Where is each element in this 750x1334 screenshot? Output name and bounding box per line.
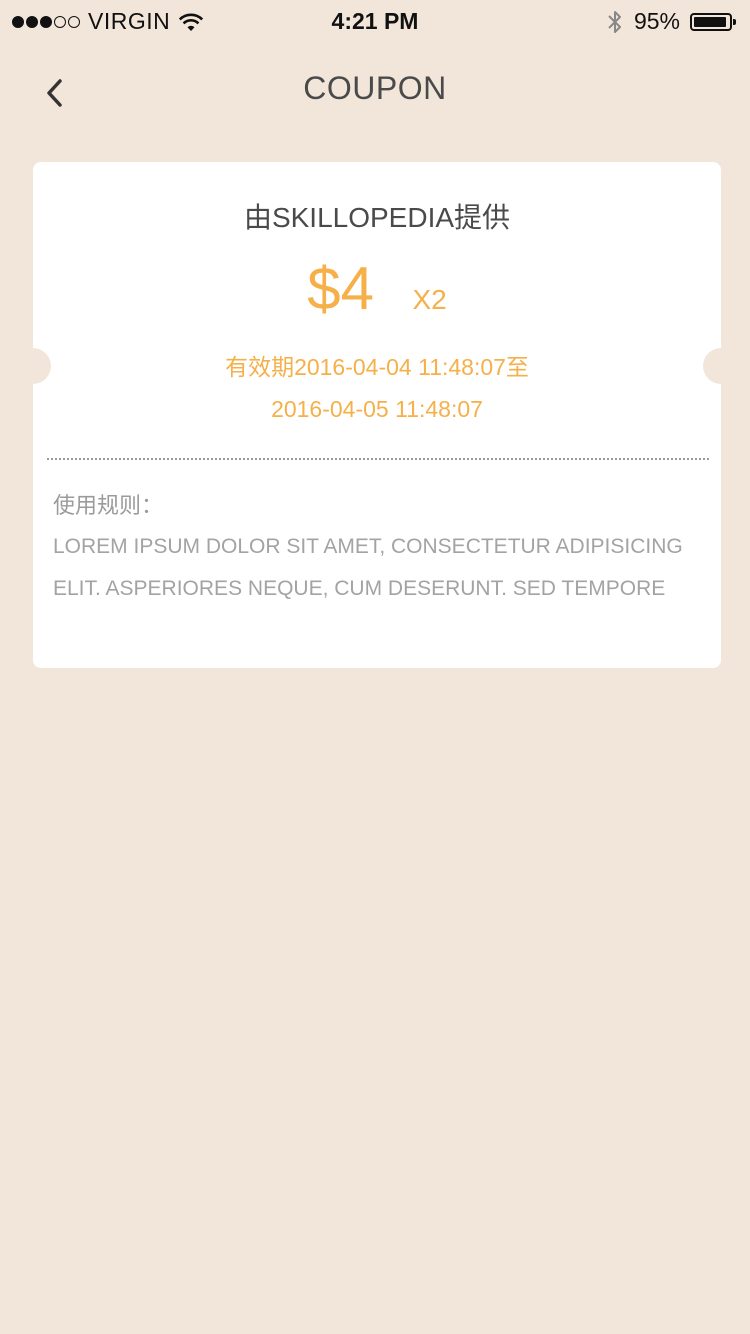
battery-fill xyxy=(694,16,727,27)
coupon-amount-row: $4 X2 xyxy=(33,254,721,323)
validity-end: 2016-04-05 11:48:07 xyxy=(271,396,483,422)
nav-bar: COUPON xyxy=(0,40,750,140)
coupon-quantity: X2 xyxy=(412,284,447,315)
battery-percent: 95% xyxy=(633,8,680,34)
status-bar: VIRGIN 4:21 PM 95% xyxy=(0,0,750,40)
page-title: COUPON xyxy=(303,70,447,106)
dotted-divider xyxy=(47,458,709,460)
rules-line: ELIT. ASPERIORES NEQUE, CUM DESERUNT. SE… xyxy=(53,577,666,600)
coupon-card[interactable]: 由SKILLOPEDIA提供 $4 X2 有效期2016-04-04 11:48… xyxy=(33,162,721,668)
rules-text: LOREM IPSUM DOLOR SIT AMET, CONSECTETUR … xyxy=(53,526,703,610)
coupon-provider: 由SKILLOPEDIA提供 xyxy=(243,202,511,233)
validity-start: 有效期2016-04-04 11:48:07至 xyxy=(225,354,529,380)
rules-title: 使用规则： xyxy=(53,493,164,518)
bluetooth-icon xyxy=(606,9,624,35)
coupon-amount: $4 xyxy=(307,255,375,322)
battery-icon xyxy=(690,12,736,31)
coupon-validity: 有效期2016-04-04 11:48:07至 2016-04-05 11:48… xyxy=(33,346,721,430)
status-right: 95% xyxy=(606,8,736,35)
rules-line: LOREM IPSUM DOLOR SIT AMET, CONSECTETUR … xyxy=(53,535,683,558)
